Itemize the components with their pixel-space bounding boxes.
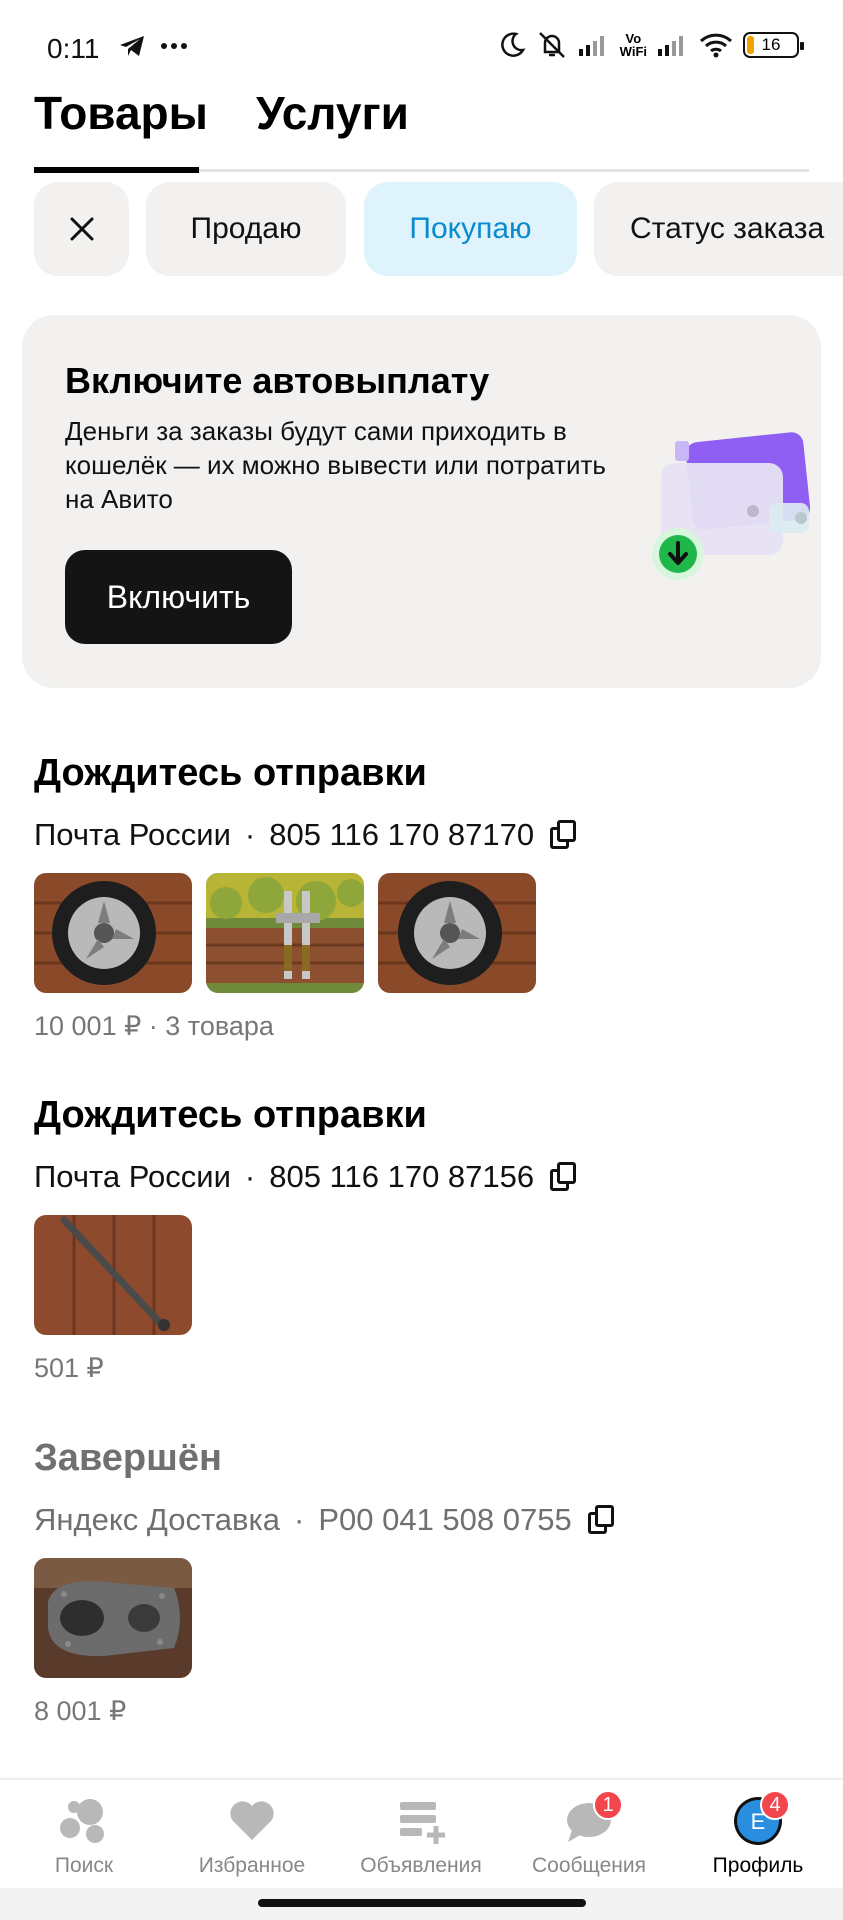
search-icon [60,1799,104,1843]
order-carrier: Почта России [34,817,231,852]
battery-indicator: 16 [743,32,804,58]
order-tracking-number: P00 041 508 0755 [318,1502,572,1537]
order-carrier: Яндекс Доставка [34,1502,280,1537]
home-indicator[interactable] [258,1899,586,1907]
active-tab-indicator [34,167,199,173]
bottom-navigation: Поиск Избранное Объявления Сообщения 1 Е… [0,1778,843,1888]
order-card[interactable]: Дождитесь отправки Почта России · 805 11… [34,752,814,1042]
order-status: Завершён [34,1437,222,1479]
autopayout-banner: Включите автовыплату Деньги за заказы бу… [22,315,821,688]
wifi-icon [699,33,733,58]
nav-messages[interactable]: Сообщения 1 [505,1790,673,1878]
order-tracking-number: 805 116 170 87156 [269,1159,535,1194]
copy-icon[interactable] [587,1505,614,1535]
telegram-icon [120,36,144,56]
nav-favorites[interactable]: Избранное [168,1796,336,1878]
order-summary: 8 001 ₽ [34,1696,127,1726]
metal-rod-thumbnail[interactable] [34,1215,192,1335]
enable-autopayout-button[interactable]: Включить [65,550,292,644]
tab-services[interactable]: Услуги [256,86,409,140]
moon-icon [500,32,526,57]
profile-badge: 4 [760,1790,790,1820]
filter-chips: Продаю Покупаю Статус заказа [34,182,843,276]
nav-search[interactable]: Поиск [0,1796,168,1878]
order-card[interactable]: Дождитесь отправки Почта России · 805 11… [34,1094,814,1384]
order-card[interactable]: Завершён Яндекс Доставка · P00 041 508 0… [34,1437,814,1727]
nav-label: Сообщения [532,1854,646,1877]
nav-label: Объявления [360,1854,482,1877]
nav-profile[interactable]: Е Профиль 4 [674,1790,842,1878]
order-delivery-info: Яндекс Доставка · P00 041 508 0755 [34,1502,814,1538]
close-icon [70,217,93,241]
engine-case-thumbnail[interactable] [34,1558,192,1678]
order-summary: 501 ₽ [34,1353,104,1383]
tab-goods[interactable]: Товары [34,86,208,140]
order-summary: 10 001 ₽ · 3 товара [34,1011,274,1041]
order-tracking-number: 805 116 170 87170 [269,817,535,852]
vowifi-indicator: Vo WiFi [619,31,647,59]
signal-icon [578,36,604,56]
banner-title: Включите автовыплату [65,360,490,401]
nav-listings[interactable]: Объявления [337,1796,505,1878]
order-status: Дождитесь отправки [34,752,427,794]
filter-buy-chip[interactable]: Покупаю [364,182,577,276]
wallet-cards-illustration [652,432,811,580]
status-time: 0:11 [47,33,100,64]
copy-icon[interactable] [550,820,577,850]
wheel-thumbnail[interactable] [378,873,536,993]
wheel-thumbnail[interactable] [34,873,192,993]
order-thumbnails [34,1215,814,1335]
banner-text: Деньги за заказы будут сами приходить в … [65,416,606,514]
copy-icon[interactable] [550,1162,577,1192]
order-status: Дождитесь отправки [34,1094,427,1136]
bell-muted-icon [538,32,565,58]
clear-filters-button[interactable] [34,182,129,276]
nav-label: Профиль [712,1854,804,1877]
order-thumbnails [34,1558,814,1678]
nav-label: Избранное [198,1854,306,1877]
signal-icon-2 [658,36,683,56]
category-tabs: Товары Услуги [34,80,809,173]
filter-sell-chip[interactable]: Продаю [146,182,346,276]
order-delivery-info: Почта России · 805 116 170 87170 [34,817,814,853]
listings-icon [400,1802,445,1844]
messages-badge: 1 [593,1790,623,1820]
filter-status-chip[interactable]: Статус заказа [594,182,843,276]
order-delivery-info: Почта России · 805 116 170 87156 [34,1159,814,1195]
more-icon [161,43,187,49]
status-bar: 0:11 Vo WiFi 16 [0,0,843,90]
order-carrier: Почта России [34,1159,231,1194]
order-thumbnails [34,873,814,993]
nav-label: Поиск [54,1854,114,1877]
scooter-fork-thumbnail[interactable] [206,873,364,993]
heart-icon [230,1801,274,1840]
